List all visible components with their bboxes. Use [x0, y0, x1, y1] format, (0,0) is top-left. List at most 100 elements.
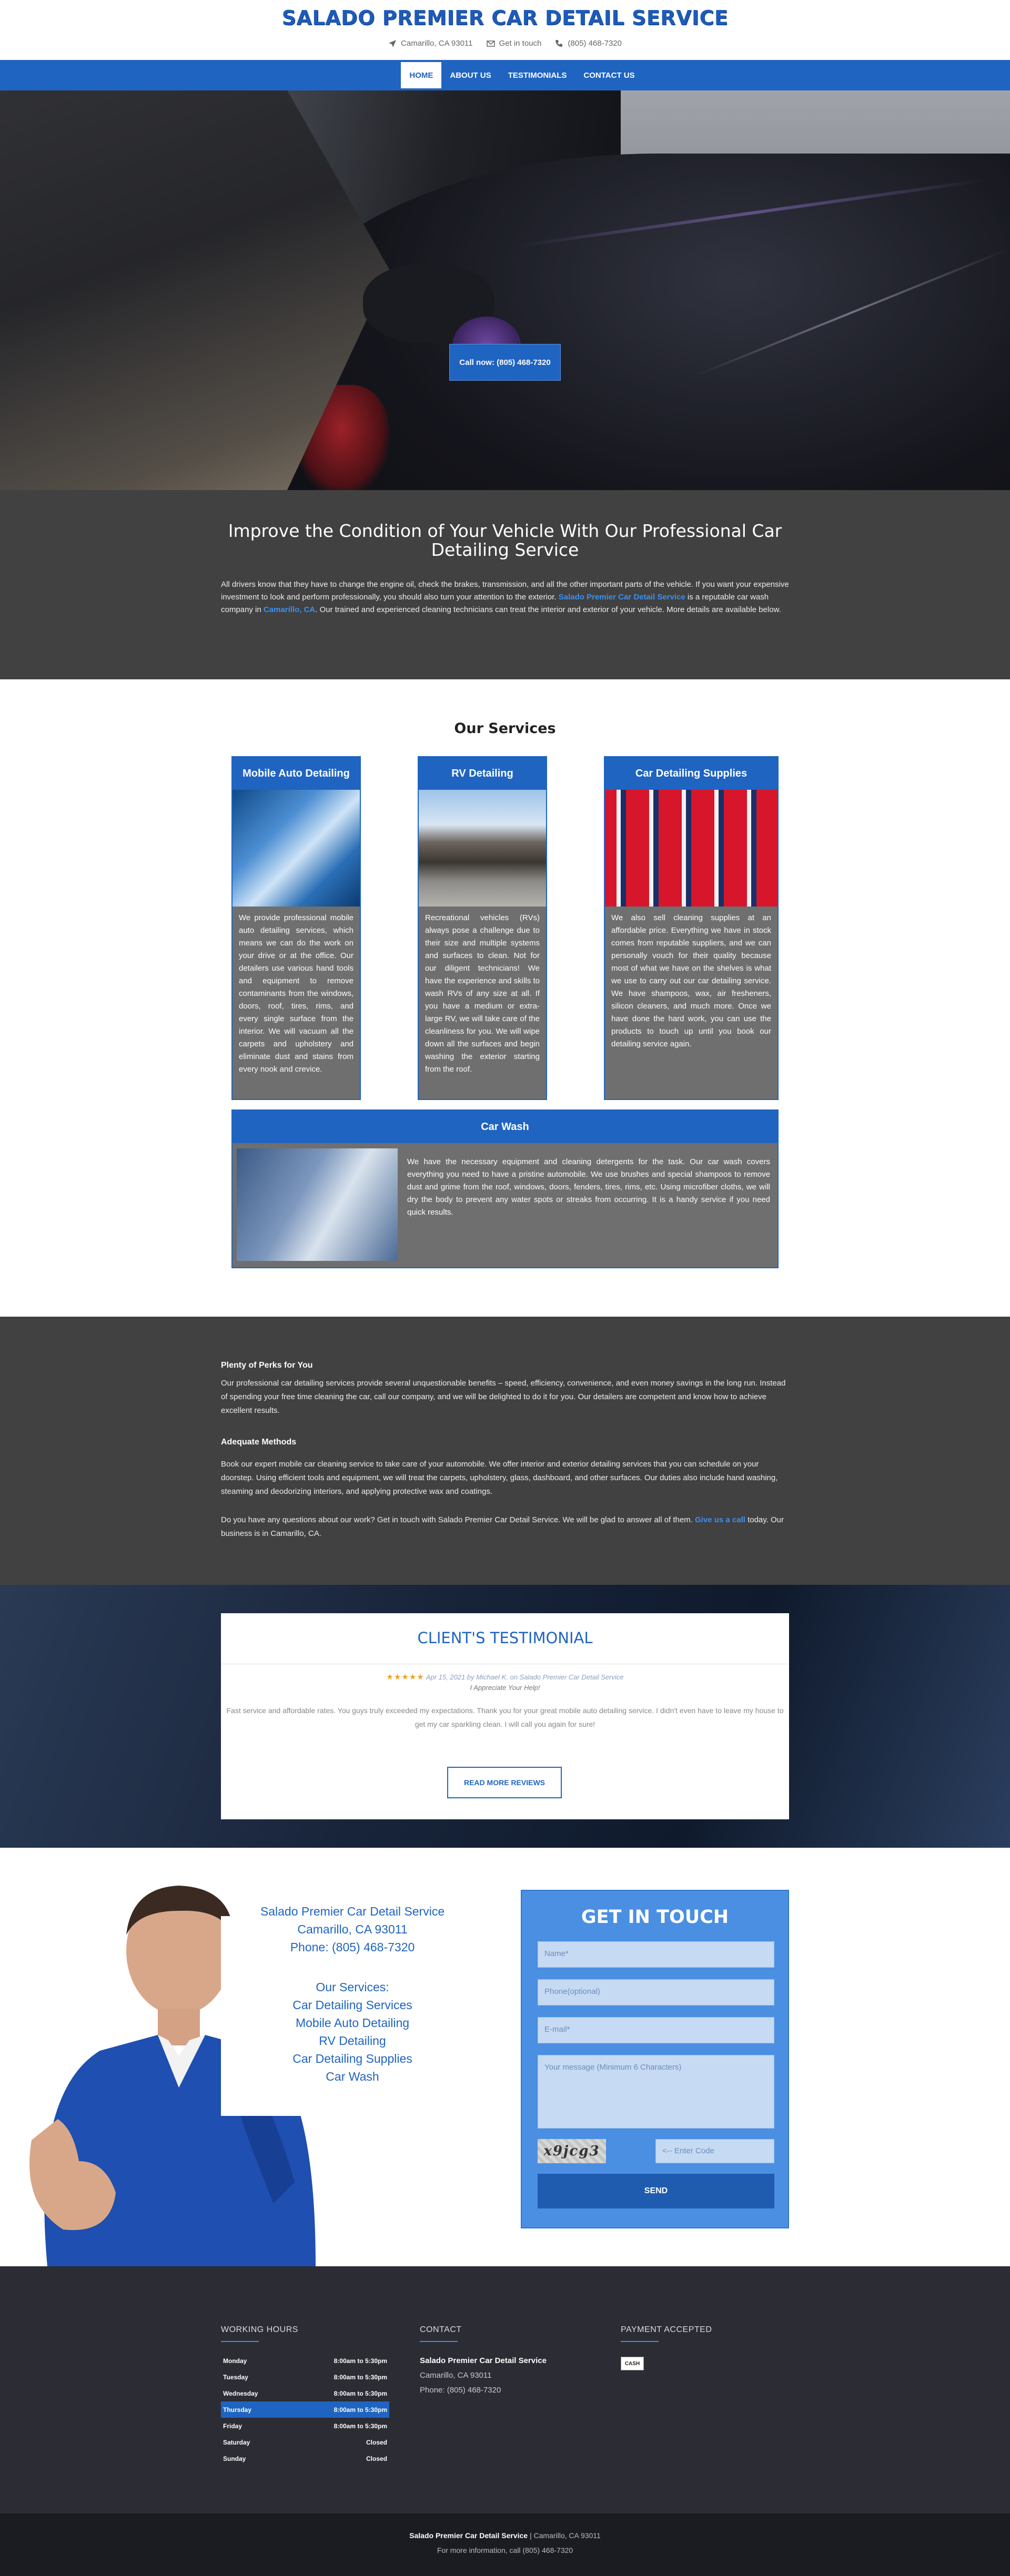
- hours-time: Closed: [366, 2455, 387, 2462]
- service-card-text: We have the necessary equipment and clea…: [407, 1157, 770, 1217]
- testimonial-box: CLIENT'S TESTIMONIAL ★★★★★ Apr 15, 2021 …: [221, 1613, 789, 1819]
- footer-copyright-line: Salado Premier Car Detail Service | Cama…: [0, 2531, 1010, 2540]
- send-button[interactable]: SEND: [538, 2174, 774, 2208]
- service-card-image: [605, 790, 777, 907]
- main-nav: HOME ABOUT US TESTIMONIALS CONTACT US: [0, 60, 1010, 90]
- header-contacts: Camarillo, CA 93011 Get in touch (805) 4…: [0, 39, 1010, 48]
- hours-time: 8:00am to 5:30pm: [334, 2406, 387, 2414]
- service-card-mobile: Mobile Auto Detailing We provide profess…: [231, 756, 361, 1100]
- heading-underline: [621, 2341, 659, 2342]
- read-more-reviews-button[interactable]: READ MORE REVIEWS: [447, 1767, 562, 1798]
- contact-heading: CONTACT: [420, 2325, 462, 2334]
- perks-paragraph: Our professional car detailing services …: [221, 1379, 786, 1415]
- contact-section: Salado Premier Car Detail Service Camari…: [0, 1848, 1010, 2266]
- service-card-image: [233, 790, 360, 907]
- call-now-button[interactable]: Call now: (805) 468-7320: [449, 344, 561, 381]
- nav-about-us[interactable]: ABOUT US: [441, 60, 499, 90]
- questions-text-a: Do you have any questions about our work…: [221, 1515, 695, 1524]
- contact-service-item: Car Detailing Supplies: [292, 2052, 412, 2065]
- message-field[interactable]: Your message (Minimum 6 Characters): [538, 2055, 774, 2129]
- hero-overlay: [0, 90, 1010, 490]
- intro-city-link[interactable]: Camarillo, CA: [264, 605, 315, 614]
- header-location: Camarillo, CA 93011: [388, 39, 473, 48]
- hours-day: Monday: [223, 2357, 247, 2365]
- nav-home[interactable]: HOME: [401, 62, 442, 88]
- name-field[interactable]: Name*: [538, 1941, 774, 1968]
- services-heading: Our Services: [454, 720, 556, 737]
- hours-time: 8:00am to 5:30pm: [334, 2422, 387, 2430]
- contact-service-item: Mobile Auto Detailing: [295, 2016, 410, 2030]
- header-location-text: Camarillo, CA 93011: [401, 39, 473, 48]
- header-email-text: Get in touch: [499, 39, 542, 48]
- footer-call-line[interactable]: For more information, call (805) 468-732…: [0, 2546, 1010, 2554]
- testimonial-meta: ★★★★★ Apr 15, 2021 by Michael K. on Sala…: [221, 1672, 789, 1682]
- service-card-supplies: Car Detailing Supplies We also sell clea…: [604, 756, 779, 1100]
- service-card-image: [419, 790, 546, 907]
- envelope-icon: [486, 40, 495, 47]
- methods-paragraph: Book our expert mobile car cleaning serv…: [221, 1460, 778, 1496]
- contact-business-name: Salado Premier Car Detail Service: [260, 1905, 445, 1918]
- footer-city: Camarillo, CA 93011: [420, 2371, 492, 2380]
- hours-time: 8:00am to 5:30pm: [334, 2373, 387, 2381]
- contact-info: Salado Premier Car Detail Service Camari…: [242, 1902, 463, 2085]
- service-card-title: Mobile Auto Detailing: [233, 757, 360, 790]
- star-rating-icon: ★★★★★: [386, 1673, 425, 1682]
- hours-day: Saturday: [223, 2438, 250, 2446]
- methods-heading: Adequate Methods: [221, 1438, 297, 1447]
- contact-services-heading: Our Services:: [316, 1980, 389, 1994]
- hours-day: Thursday: [223, 2406, 252, 2414]
- hours-day: Tuesday: [223, 2373, 248, 2381]
- testimonial-meta-text: Apr 15, 2021 by Michael K. on Salado Pre…: [426, 1673, 624, 1681]
- service-card-image: [237, 1148, 398, 1261]
- footer-phone[interactable]: Phone: (805) 468-7320: [420, 2386, 501, 2395]
- testimonial-heading: CLIENT'S TESTIMONIAL: [417, 1629, 593, 1647]
- perks-heading: Plenty of Perks for You: [221, 1361, 313, 1370]
- nav-contact-us[interactable]: CONTACT US: [575, 60, 643, 90]
- hours-heading: WORKING HOURS: [221, 2325, 298, 2334]
- email-field[interactable]: E-mail*: [538, 2017, 774, 2043]
- testimonial-quote: Fast service and affordable rates. You g…: [226, 1706, 784, 1728]
- footer-bottom-bar: Salado Premier Car Detail Service | Cama…: [0, 2513, 1010, 2576]
- service-card-text: We provide professional mobile auto deta…: [239, 913, 354, 1074]
- hours-row: Thursday 8:00am to 5:30pm: [221, 2401, 389, 2418]
- contact-service-item: Car Detailing Services: [292, 1998, 412, 2012]
- footer-contact: Salado Premier Car Detail Service Camari…: [420, 2354, 599, 2398]
- hours-day: Wednesday: [223, 2389, 258, 2397]
- intro-paragraph: All drivers know that they have to chang…: [221, 578, 789, 616]
- hours-time: 8:00am to 5:30pm: [334, 2389, 387, 2397]
- service-card-title: RV Detailing: [419, 757, 546, 790]
- site-footer: WORKING HOURS Monday 8:00am to 5:30pm Tues…: [0, 2266, 1010, 2513]
- heading-underline: [221, 2341, 259, 2342]
- contact-service-item: RV Detailing: [319, 2034, 386, 2048]
- service-card-text: Recreational vehicles (RVs) always pose …: [425, 913, 540, 1074]
- contact-service-item: Car Wash: [326, 2070, 379, 2083]
- give-us-a-call-link[interactable]: Give us a call: [695, 1515, 745, 1524]
- service-card-rv: RV Detailing Recreational vehicles (RVs)…: [418, 756, 547, 1100]
- hours-row: Saturday Closed: [221, 2434, 389, 2450]
- phone-field[interactable]: Phone(optional): [538, 1979, 774, 2005]
- service-card-title: Car Detailing Supplies: [605, 757, 777, 790]
- footer-bottom-name: Salado Premier Car Detail Service: [409, 2531, 528, 2540]
- payment-heading: PAYMENT ACCEPTED: [621, 2325, 712, 2334]
- contact-city: Camarillo, CA 93011: [297, 1922, 408, 1936]
- working-hours-table: Monday 8:00am to 5:30pm Tuesday 8:00am to 5…: [221, 2353, 389, 2467]
- hours-day: Friday: [223, 2422, 243, 2430]
- contact-phone[interactable]: Phone: (805) 468-7320: [242, 1938, 463, 1956]
- perks-section: Plenty of Perks for You Our professional…: [0, 1317, 1010, 1585]
- hours-time: Closed: [366, 2438, 387, 2446]
- intro-brand-link[interactable]: Salado Premier Car Detail Service: [559, 593, 685, 602]
- intro-text-c: . Our trained and experienced cleaning t…: [315, 605, 781, 614]
- testimonial-section: CLIENT'S TESTIMONIAL ★★★★★ Apr 15, 2021 …: [0, 1585, 1010, 1848]
- nav-testimonials[interactable]: TESTIMONIALS: [500, 60, 575, 90]
- footer-bottom-city: | Camarillo, CA 93011: [528, 2531, 601, 2540]
- site-logo[interactable]: SALADO PREMIER CAR DETAIL SERVICE: [0, 6, 1010, 29]
- captcha-image: x9jcg3: [538, 2139, 606, 2163]
- intro-title: Improve the Condition of Your Vehicle Wi…: [228, 521, 782, 560]
- services-section: Our Services Mobile Auto Detailing We pr…: [0, 679, 1010, 1317]
- hours-time: 8:00am to 5:30pm: [334, 2357, 387, 2365]
- header-phone[interactable]: (805) 468-7320: [555, 39, 622, 48]
- header-email[interactable]: Get in touch: [486, 39, 542, 48]
- captcha-code-field[interactable]: <-- Enter Code: [655, 2139, 774, 2163]
- hours-row: Tuesday 8:00am to 5:30pm: [221, 2369, 389, 2385]
- heading-underline: [420, 2341, 458, 2342]
